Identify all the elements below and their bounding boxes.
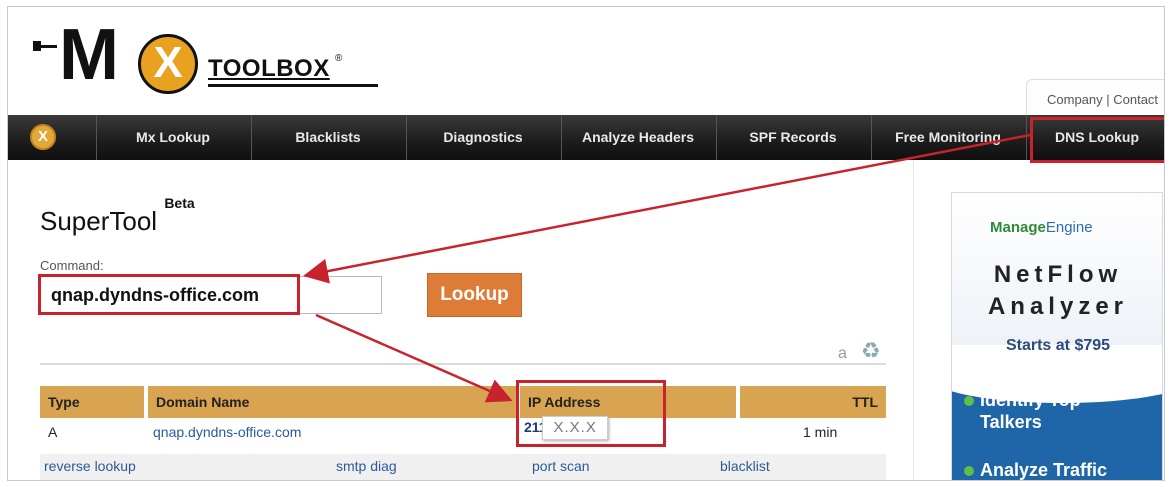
annotation-box-command bbox=[38, 274, 300, 315]
page-title-text: SuperTool bbox=[40, 206, 158, 236]
th-type: Type bbox=[40, 386, 144, 418]
main-nav: X Mx Lookup Blacklists Diagnostics Analy… bbox=[8, 115, 1164, 160]
a-text-toggle[interactable]: a bbox=[838, 345, 847, 362]
home-x-icon[interactable]: X bbox=[30, 124, 56, 150]
nav-blacklists[interactable]: Blacklists bbox=[253, 115, 403, 160]
lookup-button[interactable]: Lookup bbox=[427, 273, 522, 317]
bullet-dot-icon bbox=[964, 396, 974, 407]
bullet-dot-icon bbox=[964, 466, 974, 477]
nav-separator bbox=[561, 115, 562, 160]
nav-separator bbox=[406, 115, 407, 160]
th-domain-name: Domain Name bbox=[148, 386, 516, 418]
ad-bullet-2-text: Analyze Traffic bbox=[980, 460, 1108, 480]
reverse-lookup-link[interactable]: reverse lookup bbox=[44, 458, 136, 474]
smtp-diag-link[interactable]: smtp diag bbox=[336, 458, 397, 474]
port-scan-link[interactable]: port scan bbox=[532, 458, 590, 474]
command-label: Command: bbox=[40, 258, 104, 273]
divider bbox=[40, 363, 886, 365]
ad-bullet-1: Identify Top bbox=[964, 389, 1081, 411]
ad-bullet-2: Analyze Traffic bbox=[964, 459, 1108, 480]
ad-brand-main: Manage bbox=[990, 219, 1046, 236]
result-tools: a ♻ bbox=[838, 338, 881, 364]
screenshot-frame: M X TOOLBOX ® Company | Contact X Mx Loo… bbox=[7, 6, 1165, 481]
ad-price: Starts at $795 bbox=[1005, 337, 1111, 354]
netflow-analyzer-ad[interactable]: ManageEngine NetFlow Analyzer Starts at … bbox=[951, 192, 1163, 480]
nav-separator bbox=[96, 115, 97, 160]
nav-analyze-headers[interactable]: Analyze Headers bbox=[563, 115, 713, 160]
logo-m: M bbox=[59, 15, 119, 95]
nav-free-monitoring[interactable]: Free Monitoring bbox=[873, 115, 1023, 160]
nav-spf-records[interactable]: SPF Records bbox=[718, 115, 868, 160]
nav-separator bbox=[871, 115, 872, 160]
cell-ttl: 1 min bbox=[803, 424, 838, 440]
nav-diagnostics[interactable]: Diagnostics bbox=[408, 115, 558, 160]
main-content: SuperTool Beta Command: Lookup a♻ Type D… bbox=[8, 160, 914, 480]
logo-toolbox-text: TOOLBOX bbox=[208, 55, 330, 82]
cell-type: A bbox=[48, 424, 58, 440]
page-title: SuperTool Beta bbox=[40, 195, 195, 237]
blacklist-link[interactable]: blacklist bbox=[720, 458, 770, 474]
results-table-header: Type Domain Name IP Address TTL bbox=[40, 386, 886, 418]
annotation-box-dns-lookup bbox=[1030, 117, 1164, 163]
ad-brand: ManageEngine bbox=[990, 219, 1093, 236]
logo-line bbox=[33, 45, 57, 48]
mxtoolbox-logo[interactable]: M X TOOLBOX ® bbox=[33, 15, 378, 97]
logo-x-icon: X bbox=[138, 34, 198, 94]
ad-brand-sub: Engine bbox=[1045, 219, 1093, 236]
action-links-row: reverse lookup smtp diag port scan black… bbox=[40, 454, 886, 480]
nav-separator bbox=[716, 115, 717, 160]
ad-bullet-1-line-2: Talkers bbox=[980, 412, 1042, 432]
nav-separator bbox=[1026, 115, 1027, 160]
th-ttl: TTL bbox=[740, 386, 886, 418]
ad-line-1: NetFlow bbox=[993, 261, 1123, 288]
nav-separator bbox=[251, 115, 252, 160]
cell-domain-link[interactable]: qnap.dyndns-office.com bbox=[153, 421, 301, 443]
logo-underline bbox=[208, 84, 378, 87]
annotation-box-ip bbox=[516, 380, 666, 447]
logo-registered-mark: ® bbox=[335, 53, 343, 64]
recycle-icon[interactable]: ♻ bbox=[861, 338, 881, 363]
nav-mx-lookup[interactable]: Mx Lookup bbox=[98, 115, 248, 160]
ad-bullet-1-line-1: Identify Top bbox=[980, 390, 1081, 410]
beta-badge: Beta bbox=[164, 195, 195, 212]
top-links[interactable]: Company | Contact bbox=[1026, 79, 1164, 117]
ad-line-2: Analyzer bbox=[987, 293, 1129, 320]
